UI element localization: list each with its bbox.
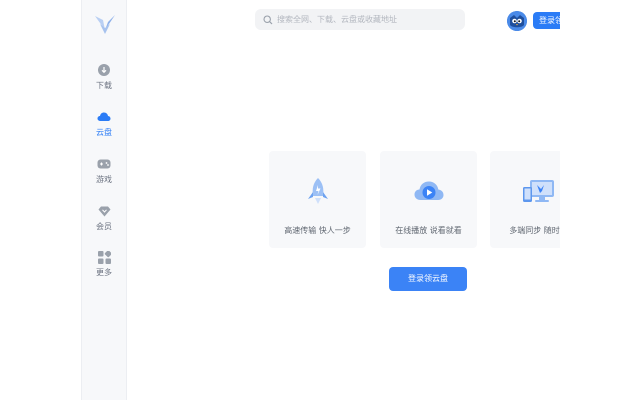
sidebar-item-label: 更多 xyxy=(96,268,112,277)
download-icon xyxy=(96,62,112,78)
sidebar-item-label: 下载 xyxy=(96,81,112,90)
diamond-icon xyxy=(96,203,112,219)
login-cloud-button[interactable]: 登录领云盘 xyxy=(389,267,467,291)
avatar-bird-icon xyxy=(507,11,527,31)
sidebar-item-vip[interactable]: 会员 xyxy=(82,203,126,243)
play-cloud-icon xyxy=(380,175,477,207)
app-logo xyxy=(90,10,120,40)
sidebar-item-games[interactable]: 游戏 xyxy=(82,156,126,196)
gamepad-icon xyxy=(96,156,112,172)
search-bar[interactable] xyxy=(255,9,465,30)
sidebar-item-more[interactable]: 更多 xyxy=(82,249,126,289)
sidebar-item-label: 会员 xyxy=(96,222,112,231)
feature-caption: 在线播放 说看就看 xyxy=(395,226,462,235)
search-icon xyxy=(263,14,273,24)
left-gutter xyxy=(0,0,81,400)
viewport-edge xyxy=(560,0,640,400)
grid-icon xyxy=(96,249,112,265)
cloud-icon xyxy=(96,109,112,125)
feature-caption: 高速传输 快人一步 xyxy=(284,226,351,235)
sidebar-item-label: 云盘 xyxy=(96,128,112,137)
sidebar-item-label: 游戏 xyxy=(96,175,112,184)
sidebar-item-cloud[interactable]: 云盘 xyxy=(82,109,126,149)
feature-card-transfer: 高速传输 快人一步 xyxy=(269,151,366,248)
sidebar: 下载 云盘 游戏 会员 更多 xyxy=(81,0,127,400)
rocket-icon xyxy=(269,175,366,207)
search-input[interactable] xyxy=(277,15,457,24)
feature-card-play: 在线播放 说看就看 xyxy=(380,151,477,248)
avatar[interactable] xyxy=(507,11,527,31)
sidebar-item-download[interactable]: 下载 xyxy=(82,62,126,102)
